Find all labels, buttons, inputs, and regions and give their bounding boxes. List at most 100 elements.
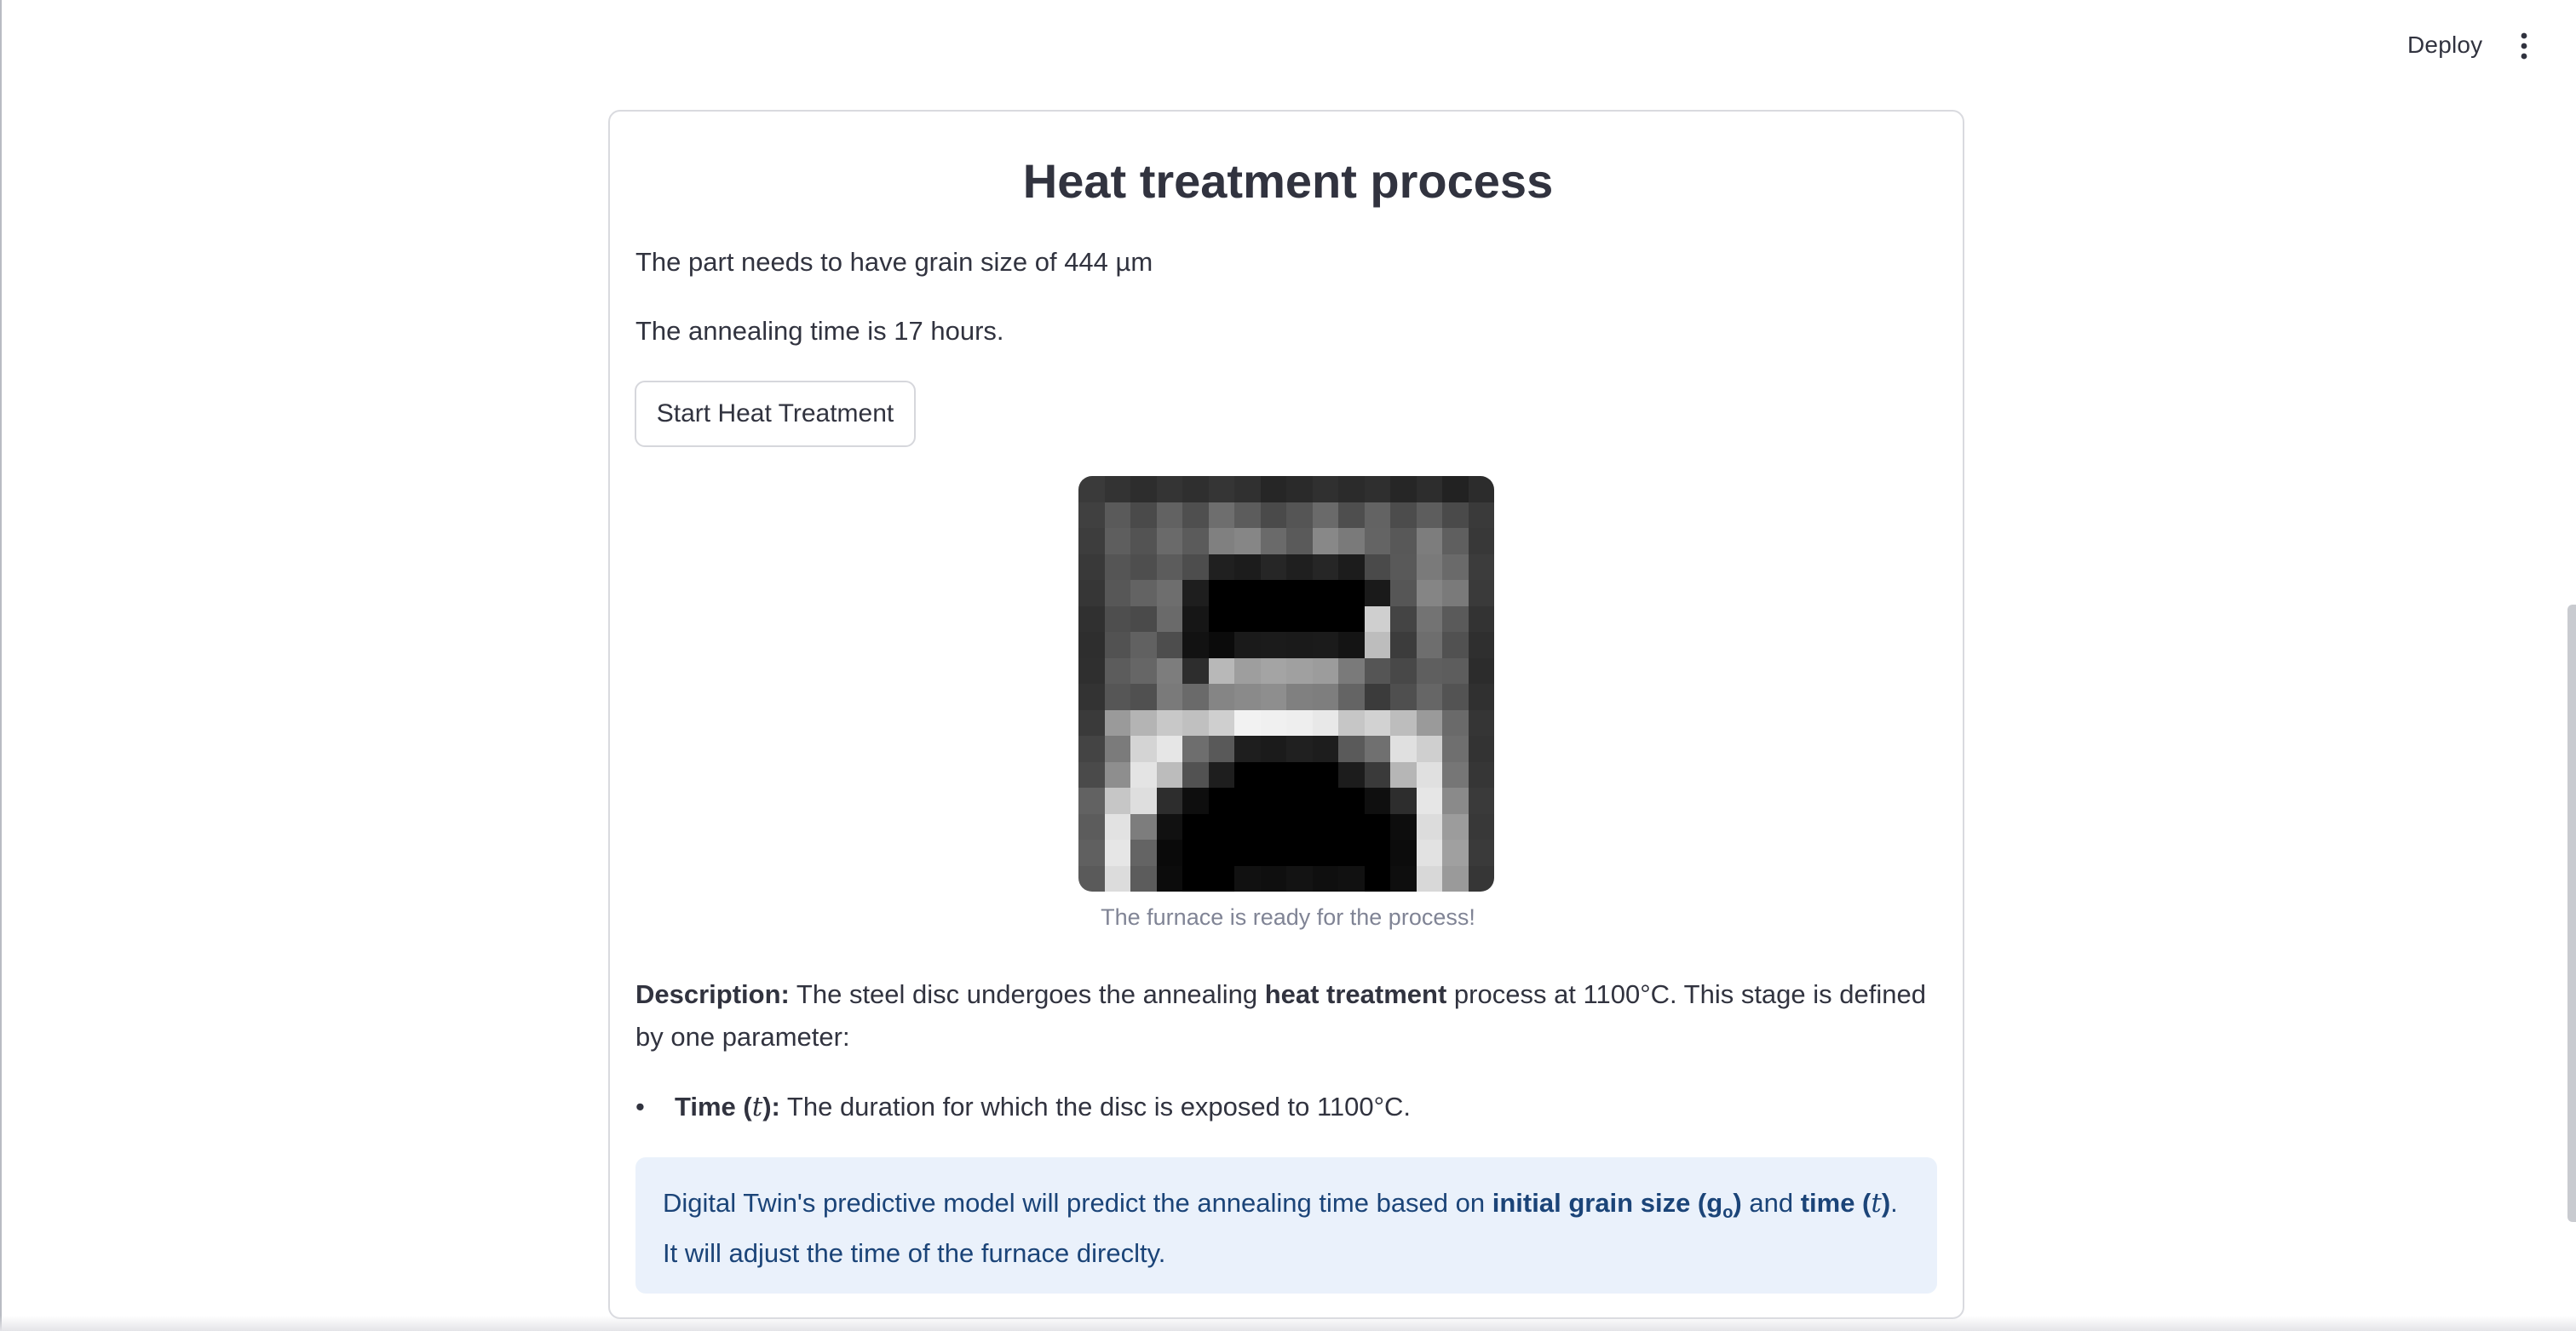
furnace-pixel	[1130, 605, 1157, 632]
furnace-pixel	[1416, 840, 1442, 866]
furnace-pixel	[1078, 761, 1105, 788]
furnace-pixel	[1416, 528, 1442, 554]
furnace-pixel	[1234, 709, 1261, 736]
furnace-pixel	[1390, 813, 1417, 840]
furnace-pixel	[1416, 657, 1442, 684]
furnace-pixel	[1104, 813, 1130, 840]
furnace-pixel	[1260, 502, 1286, 528]
bullet-label: Time (t):	[675, 1092, 780, 1122]
furnace-pixel	[1468, 761, 1494, 788]
image-caption: The furnace is ready for the process!	[1101, 904, 1475, 930]
furnace-pixel	[1416, 865, 1442, 892]
furnace-pixel	[1442, 605, 1469, 632]
furnace-pixel	[1390, 476, 1417, 502]
deploy-button[interactable]: Deploy	[2394, 24, 2496, 66]
more-vertical-icon[interactable]	[2511, 31, 2537, 61]
furnace-pixel	[1260, 761, 1286, 788]
start-heat-treatment-button[interactable]: Start Heat Treatment	[635, 381, 916, 447]
furnace-pixel	[1390, 657, 1417, 684]
furnace-pixel	[1182, 502, 1209, 528]
furnace-pixel	[1208, 840, 1234, 866]
info-text-1: Digital Twin's predictive model will pre…	[663, 1188, 1492, 1218]
furnace-pixel	[1260, 605, 1286, 632]
furnace-pixel	[1104, 476, 1130, 502]
furnace-pixel	[1234, 632, 1261, 658]
furnace-pixel	[1078, 813, 1105, 840]
furnace-pixel	[1286, 709, 1313, 736]
furnace-pixel	[1312, 788, 1338, 814]
furnace-pixel	[1468, 684, 1494, 710]
furnace-pixel	[1312, 657, 1338, 684]
furnace-pixel	[1468, 813, 1494, 840]
furnace-pixel	[1208, 476, 1234, 502]
furnace-pixel	[1104, 605, 1130, 632]
info-bold-2-var: t	[1871, 1188, 1882, 1219]
furnace-pixel	[1260, 528, 1286, 554]
furnace-pixel	[1078, 865, 1105, 892]
furnace-pixel	[1234, 788, 1261, 814]
furnace-pixel	[1130, 709, 1157, 736]
furnace-pixel	[1364, 813, 1390, 840]
info-bold-1-text: initial grain size (g	[1492, 1188, 1723, 1218]
furnace-image	[1078, 476, 1494, 892]
furnace-pixel	[1104, 554, 1130, 580]
furnace-pixel	[1416, 736, 1442, 762]
furnace-pixel	[1390, 709, 1417, 736]
furnace-pixel	[1078, 528, 1105, 554]
furnace-pixel	[1208, 709, 1234, 736]
furnace-pixel	[1156, 865, 1182, 892]
furnace-pixel	[1078, 632, 1105, 658]
furnace-pixel	[1442, 476, 1469, 502]
furnace-pixel	[1156, 605, 1182, 632]
furnace-pixel	[1364, 502, 1390, 528]
furnace-pixel	[1234, 840, 1261, 866]
furnace-pixel	[1078, 736, 1105, 762]
furnace-pixel	[1234, 476, 1261, 502]
furnace-pixel	[1390, 580, 1417, 606]
furnace-pixel	[1312, 865, 1338, 892]
furnace-pixel	[1130, 580, 1157, 606]
furnace-pixel	[1338, 476, 1365, 502]
furnace-pixel	[1104, 657, 1130, 684]
furnace-pixel	[1442, 580, 1469, 606]
furnace-pixel	[1156, 684, 1182, 710]
furnace-pixel	[1156, 736, 1182, 762]
furnace-pixel	[1416, 709, 1442, 736]
furnace-pixel	[1234, 502, 1261, 528]
description-bold: heat treatment	[1264, 979, 1447, 1009]
time-bullet-item: • Time (t): The duration for which the di…	[635, 1086, 1411, 1128]
furnace-pixel	[1364, 657, 1390, 684]
furnace-pixel	[1156, 657, 1182, 684]
furnace-pixel	[1104, 761, 1130, 788]
furnace-pixel	[1390, 761, 1417, 788]
furnace-pixel	[1286, 865, 1313, 892]
furnace-pixel	[1312, 554, 1338, 580]
furnace-pixel	[1364, 684, 1390, 710]
vertical-scrollbar[interactable]	[2567, 605, 2576, 1222]
furnace-pixel	[1182, 865, 1209, 892]
info-bold-2-prefix: time (	[1800, 1188, 1872, 1218]
furnace-pixel	[1338, 761, 1365, 788]
furnace-pixel	[1130, 840, 1157, 866]
furnace-pixel	[1078, 709, 1105, 736]
furnace-pixel	[1390, 736, 1417, 762]
furnace-pixel	[1078, 657, 1105, 684]
furnace-pixel	[1208, 788, 1234, 814]
info-subscript: o	[1722, 1203, 1734, 1223]
furnace-pixel	[1286, 684, 1313, 710]
furnace-pixel	[1156, 709, 1182, 736]
furnace-pixel	[1442, 840, 1469, 866]
furnace-pixel	[1390, 840, 1417, 866]
bullet-dot: •	[635, 1092, 645, 1122]
furnace-pixel	[1156, 840, 1182, 866]
furnace-pixel	[1130, 476, 1157, 502]
furnace-pixel	[1130, 865, 1157, 892]
furnace-pixel	[1260, 554, 1286, 580]
furnace-pixel	[1078, 684, 1105, 710]
furnace-pixel	[1234, 657, 1261, 684]
furnace-pixel	[1468, 657, 1494, 684]
furnace-pixel	[1130, 502, 1157, 528]
furnace-pixel	[1442, 788, 1469, 814]
furnace-pixel	[1286, 605, 1313, 632]
furnace-pixel	[1234, 554, 1261, 580]
